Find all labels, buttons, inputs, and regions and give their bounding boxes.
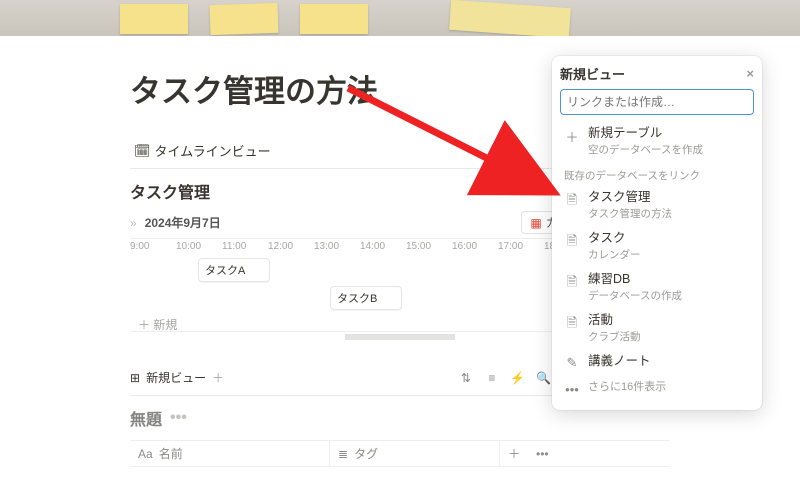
hour-label: 13:00 [314,239,360,252]
hour-label: 10:00 [176,239,222,252]
timeline-task[interactable]: タスクB [330,286,402,310]
tab-timeline-view[interactable]: 🗓 タイムラインビュー [130,139,275,162]
more-icon[interactable]: ••• [170,409,187,427]
show-more-option[interactable]: ••• さらに16件表示 [560,376,754,402]
column-tag-label: タグ [354,445,378,462]
timeline-date[interactable]: 2024年9月7日 [145,214,221,231]
filter-icon[interactable]: ⇅ [457,369,475,387]
add-column-button[interactable]: ＋ [500,441,528,466]
db-link-option[interactable]: 🗎 練習DB データベースの作成 [560,267,754,308]
column-tag[interactable]: ≣ タグ [330,441,500,466]
cover-postit [120,4,188,34]
option-sublabel: クラブ活動 [588,329,750,344]
bolt-icon[interactable]: ⚡ [509,369,527,387]
option-sublabel: タスク管理の方法 [588,206,750,221]
timeline-icon: 🗓 [134,143,151,159]
hour-label: 17:00 [498,239,544,252]
search-icon[interactable]: 🔍 [535,369,553,387]
cover-postit [209,3,278,35]
timeline-new-row[interactable]: ＋ 新規 [138,316,177,333]
new-view-popover: 新規ビュー × ＋ 新規テーブル 空のデータベースを作成 既存のデータベースをリ… [552,56,762,410]
option-label: 活動 [588,313,750,328]
option-label: 新規テーブル [588,126,750,141]
page-icon: 🗎 [564,191,580,213]
sort-icon[interactable]: ≡ [483,369,501,387]
option-label: タスク管理 [588,190,750,205]
add-view-button[interactable]: ＋ [212,369,224,386]
hour-label: 9:00 [130,239,176,252]
hour-label: 14:00 [360,239,406,252]
option-label: 講義ノート [588,354,750,369]
option-sublabel: カレンダー [588,247,750,262]
option-label: 練習DB [588,272,750,287]
close-icon[interactable]: × [746,66,754,81]
hour-label: 12:00 [268,239,314,252]
db-link-option[interactable]: 🗎 活動 クラブ活動 [560,308,754,349]
page-icon: 🗎 [564,232,580,254]
multiselect-prop-icon: ≣ [338,447,348,461]
timeline-task[interactable]: タスクA [198,258,270,282]
pencil-icon: ✎ [564,355,580,371]
cover-postit [300,4,368,34]
link-or-create-input[interactable] [560,89,754,115]
ellipsis-icon: ••• [564,382,580,397]
db-link-option[interactable]: ✎ 講義ノート [560,349,754,376]
column-overflow[interactable]: ••• [528,441,670,466]
option-label: タスク [588,231,750,246]
db-link-option[interactable]: 🗎 タスク カレンダー [560,226,754,267]
hour-label: 11:00 [222,239,268,252]
chevron-right-icon: » [130,216,137,230]
title-prop-icon: Aa [138,447,153,461]
table-icon: ⊞ [130,371,140,385]
db2-title-text: 無題 [130,406,162,430]
page-icon: 🗎 [564,314,580,336]
hour-label: 15:00 [406,239,452,252]
column-name-label: 名前 [159,445,183,462]
more-label: さらに16件表示 [588,381,750,394]
tab-new-view[interactable]: 新規ビュー [146,369,206,386]
hour-label: 16:00 [452,239,498,252]
calendar-icon: ▦ [530,216,541,230]
page-icon: 🗎 [564,273,580,295]
option-sublabel: データベースの作成 [588,288,750,303]
new-table-option[interactable]: ＋ 新規テーブル 空のデータベースを作成 [560,121,754,162]
db-link-option[interactable]: 🗎 タスク管理 タスク管理の方法 [560,185,754,226]
tab-label: タイムラインビュー [155,141,271,160]
link-existing-section-label: 既存のデータベースをリンク [560,162,754,185]
column-name[interactable]: Aa 名前 [130,441,330,466]
cover-image [0,0,800,36]
popover-title: 新規ビュー [560,64,625,83]
option-sublabel: 空のデータベースを作成 [588,142,750,157]
plus-icon: ＋ [564,127,580,146]
cover-postit [449,0,571,36]
db2-header-row: Aa 名前 ≣ タグ ＋ ••• [130,440,670,467]
